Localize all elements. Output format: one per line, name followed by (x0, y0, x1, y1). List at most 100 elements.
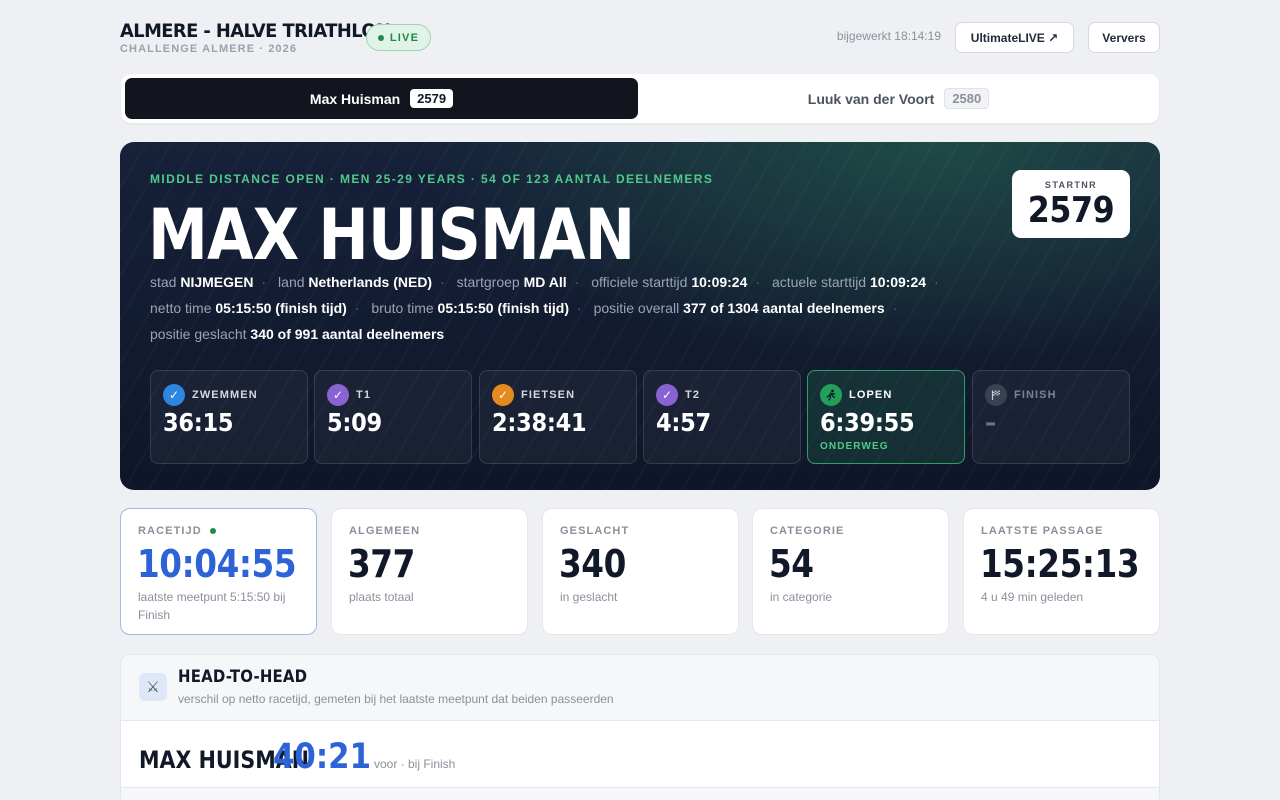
stat-value: 54 (769, 542, 814, 586)
stat-sub: laatste meetpunt 5:15:50 bij Finish (138, 590, 286, 622)
refresh-button[interactable]: Ververs (1088, 22, 1160, 53)
athlete-meta-row: netto time 05:15:50 (finish tijd) · bruto… (150, 300, 905, 316)
meta-value: 05:15:50 (finish tijd) (215, 300, 347, 316)
live-dot-icon (209, 528, 216, 534)
split-name: T2 (685, 389, 701, 401)
split-list: ✓ ZWEMMEN 36:15 ✓ T1 5:09 ✓ FIETSEN 2:38… (150, 370, 1130, 464)
check-icon: ✓ (163, 384, 185, 406)
separator: · (755, 274, 761, 290)
meta-label: positie overall (593, 300, 680, 316)
split-card-finish: FINISH – (972, 370, 1130, 464)
stat-label: CATEGORIE (770, 525, 845, 537)
stat-label: ALGEMEEN (349, 525, 421, 537)
split-card-lopen: LOPEN 6:39:55 ONDERWEG (807, 370, 965, 464)
meta-label: bruto time (371, 300, 434, 316)
split-time: 36:15 (163, 408, 234, 437)
athlete-meta-row: stad NIJMEGEN · land Netherlands (NED) · s… (150, 274, 947, 290)
split-card-t1: ✓ T1 5:09 (314, 370, 472, 464)
athlete-category: MIDDLE DISTANCE OPEN · MEN 25-29 YEARS ·… (150, 172, 714, 186)
athlete-hero: MIDDLE DISTANCE OPEN · MEN 25-29 YEARS ·… (120, 142, 1160, 490)
meta-label: land (278, 274, 305, 290)
live-label: LIVE (389, 31, 420, 44)
split-name: ZWEMMEN (192, 389, 258, 401)
stat-value: 10:04:55 (137, 542, 297, 586)
event-title: ALMERE - HALVE TRIATHLON (120, 20, 391, 42)
tab-athlete-1[interactable]: Max Huisman 2579 (125, 78, 638, 119)
meta-label: stad (150, 274, 177, 290)
split-time: 6:39:55 (820, 408, 915, 437)
updated-timestamp: bijgewerkt 18:14:19 (836, 29, 941, 43)
check-icon: ✓ (492, 384, 514, 406)
h2h-title: HEAD-TO-HEAD (178, 667, 308, 687)
meta-value: 377 of 1304 aantal deelnemers (683, 300, 885, 316)
separator: · (934, 274, 939, 290)
tab-athlete-name: Max Huisman (309, 90, 401, 107)
separator: · (354, 300, 360, 316)
stat-label: GESLACHT (560, 525, 630, 537)
split-status: ONDERWEG (820, 441, 889, 452)
separator: · (574, 274, 580, 290)
event-subtitle: CHALLENGE ALMERE · 2026 (120, 43, 298, 55)
split-time: 5:09 (327, 408, 382, 437)
startnr-card: STARTNR 2579 (1012, 170, 1130, 238)
athlete-name: MAX HUISMAN (148, 194, 635, 276)
stat-label: LAATSTE PASSAGE (981, 525, 1104, 537)
meta-value: Netherlands (NED) (308, 274, 433, 290)
stat-sub: plaats totaal (349, 590, 414, 604)
stat-card-geslacht: GESLACHT 340 in geslacht (542, 508, 739, 635)
h2h-header: ⚔ HEAD-TO-HEAD verschil op netto racetij… (121, 655, 1159, 721)
stat-sub: 4 u 49 min geleden (981, 590, 1084, 604)
separator: · (577, 300, 582, 316)
flag-icon (985, 384, 1007, 406)
meta-label: positie geslacht (150, 326, 247, 342)
stat-card-algemeen: ALGEMEEN 377 plaats totaal (331, 508, 528, 635)
meta-value: 340 of 991 aantal deelnemers (250, 326, 445, 342)
page-header: ALMERE - HALVE TRIATHLON CHALLENGE ALMER… (120, 18, 1160, 58)
split-time: 4:57 (656, 408, 711, 437)
h2h-subtitle: verschil op netto racetijd, gemeten bij … (178, 692, 614, 706)
h2h-split-table (121, 787, 1159, 800)
split-card-fietsen: ✓ FIETSEN 2:38:41 (479, 370, 637, 464)
meta-value: 10:09:24 (870, 274, 927, 290)
stat-value: 377 (348, 542, 415, 586)
split-name: LOPEN (849, 389, 893, 401)
stat-sub: in geslacht (560, 590, 618, 604)
startnr-label: STARTNR (1044, 180, 1098, 190)
meta-value: 05:15:50 (finish tijd) (437, 300, 570, 316)
separator: · (261, 274, 267, 290)
stat-value: 15:25:13 (980, 542, 1140, 586)
meta-label: actuele starttijd (771, 274, 867, 290)
split-name: FINISH (1014, 389, 1057, 401)
meta-label: netto time (150, 300, 212, 316)
split-card-zwemmen: ✓ ZWEMMEN 36:15 (150, 370, 308, 464)
split-name: T1 (356, 389, 372, 401)
stat-label-text: RACETIJD (138, 525, 202, 537)
split-time: – (985, 408, 996, 437)
tab-bib-badge: 2580 (944, 88, 990, 109)
stat-sub: in categorie (770, 590, 833, 604)
runner-icon (820, 384, 842, 406)
h2h-result-row: MAX HUISMAN 40:21 voor · bij Finish (139, 737, 455, 777)
check-icon: ✓ (656, 384, 678, 406)
check-icon: ✓ (327, 384, 349, 406)
stat-label: RACETIJD (138, 525, 216, 537)
meta-value: MD All (523, 274, 567, 290)
separator: · (440, 274, 445, 290)
tab-athlete-name: Luuk van der Voort (807, 90, 935, 107)
meta-value: 10:09:24 (691, 274, 748, 290)
head-to-head-panel: ⚔ HEAD-TO-HEAD verschil op netto racetij… (120, 654, 1160, 800)
startnr-value: 2579 (1027, 190, 1115, 231)
meta-value: NIJMEGEN (180, 274, 254, 290)
athlete-tabs: Max Huisman 2579 Luuk van der Voort 2580 (121, 74, 1159, 123)
h2h-gap: 40:21 (273, 737, 372, 777)
live-badge: LIVE (366, 24, 431, 51)
live-dot-icon (377, 34, 384, 41)
crossed-swords-icon: ⚔ (139, 673, 167, 701)
stat-card-categorie: CATEGORIE 54 in categorie (752, 508, 949, 635)
tab-athlete-2[interactable]: Luuk van der Voort 2580 (642, 78, 1155, 119)
split-time: 2:38:41 (492, 408, 587, 437)
ultimatelive-button[interactable]: UltimateLIVE ↗ (955, 22, 1074, 53)
tab-bib-badge: 2579 (410, 89, 454, 108)
split-name: FIETSEN (521, 389, 576, 401)
meta-label: startgroep (456, 274, 520, 290)
